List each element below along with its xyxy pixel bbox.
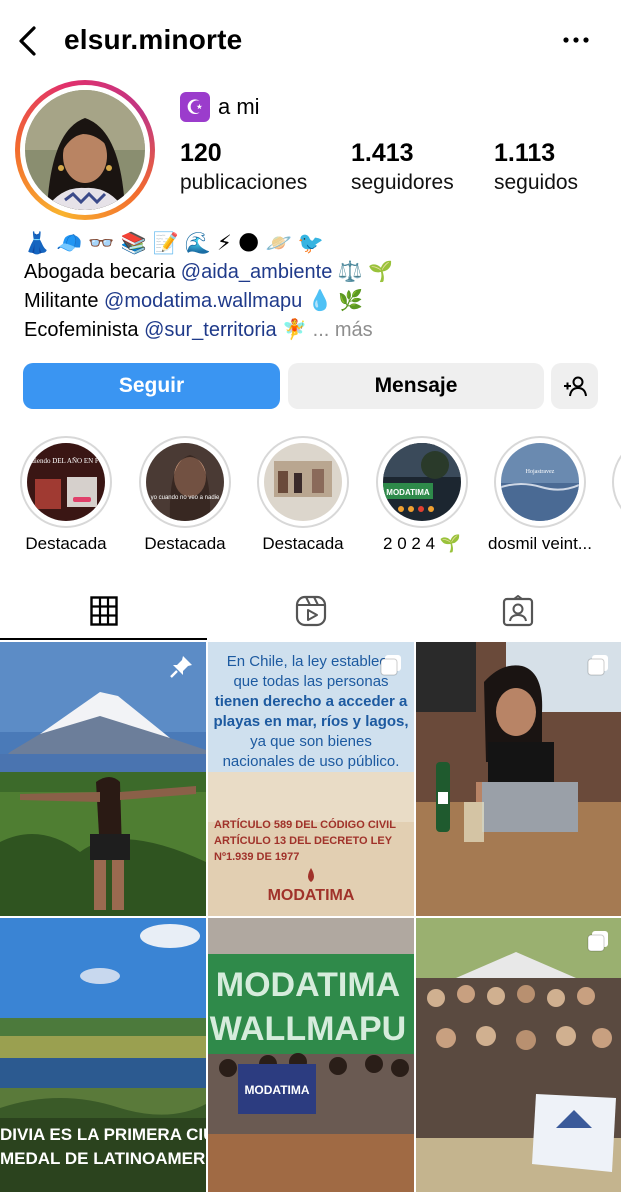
post-caption-line: DIVIA ES LA PRIMERA CIU (0, 1125, 206, 1144)
post-text-line: tienen derecho a acceder a (215, 693, 408, 710)
memo-emoji: 📝 (152, 230, 179, 255)
avatar[interactable] (25, 90, 145, 210)
follow-button[interactable]: Seguir (23, 363, 280, 409)
story-highlight[interactable]: yo cuando no veo a nadie Destacada (139, 436, 231, 554)
carousel-icon (587, 931, 608, 952)
stat-value: 1.413 (351, 139, 414, 167)
stat-value: 120 (180, 139, 222, 167)
profile-header: elsur.minorte (0, 0, 621, 84)
post-text-line: En Chile, la ley establece (227, 653, 395, 670)
add-person-icon (563, 376, 587, 397)
cap-emoji: 🧢 (56, 230, 83, 255)
bio-line: Abogada becaria @aida_ambiente ⚖️ 🌱 (24, 261, 394, 283)
story-ring[interactable] (15, 80, 155, 220)
post-article-line: ARTÍCULO 589 DEL CÓDIGO CIVIL (214, 818, 396, 831)
stat-followers[interactable]: 1.413 seguidores (351, 138, 454, 198)
post-logo-text: MODATIMA (268, 887, 355, 904)
post-thumbnail[interactable] (416, 642, 621, 916)
story-highlight-partial[interactable] (612, 436, 621, 528)
stat-label: publicaciones (180, 171, 308, 194)
highlight-label: 2 0 2 4 🌱 (383, 534, 461, 553)
highlight-label: Destacada (25, 534, 107, 553)
chevron-left-icon (19, 26, 36, 56)
planet-emoji: 🪐 (265, 230, 292, 255)
post-caption-line: MEDAL DE LATINOAMERI (0, 1149, 206, 1168)
message-button[interactable]: Mensaje (288, 363, 544, 409)
mention-link[interactable]: @sur_territoria (144, 319, 277, 341)
post-thumbnail[interactable] (0, 642, 206, 916)
lightning-emoji: ⚡ (216, 230, 232, 255)
highlight-overlay-text: Despidiendo DEL AÑO EN FOTOS (27, 457, 105, 465)
highlight-label: Destacada (144, 534, 226, 553)
story-highlight[interactable]: Hojastravez dosmil veint... (488, 436, 592, 554)
story-highlight[interactable]: MODATIMA 2 0 2 4 🌱 (376, 436, 468, 554)
post-thumbnail[interactable]: DIVIA ES LA PRIMERA CIU MEDAL DE LATINOA… (0, 918, 206, 1192)
profile-display-name: ☪ a mi (180, 92, 260, 122)
post-text-line: playas en mar, ríos y lagos, (213, 713, 408, 730)
highlight-label: dosmil veint... (488, 534, 592, 553)
post-thumbnail[interactable]: En Chile, la ley establece que todas las… (208, 642, 414, 916)
carousel-icon (380, 655, 401, 676)
post-text-line: que todas las personas (233, 673, 388, 690)
tab-tagged[interactable] (414, 582, 621, 640)
mention-link[interactable]: @aida_ambiente (181, 261, 333, 283)
post-banner-text: WALLMAPU (210, 1010, 406, 1048)
stat-label: seguidos (494, 171, 579, 194)
highlight-overlay-text: MODATIMA (386, 488, 430, 497)
post-thumbnail[interactable]: MODATIMA WALLMAPU MODATIMA (208, 918, 414, 1192)
dress-emoji: 👗 (24, 230, 51, 255)
post-banner-text: MODATIMA (216, 966, 400, 1004)
post-text-line: ya que son bienes (250, 733, 372, 750)
profile-username: elsur.minorte (64, 24, 243, 55)
glasses-emoji: 👓 (88, 230, 115, 255)
highlight-overlay-text: Hojastravez (526, 469, 555, 475)
post-sign-text: MODATIMA (244, 1083, 309, 1097)
wave-emoji: 🌊 (184, 230, 211, 255)
story-highlight[interactable]: Destacada (257, 436, 349, 554)
stat-label: seguidores (351, 171, 454, 194)
post-text-line: nacionales de uso público. (223, 753, 400, 770)
star-crescent-icon: ☪ (180, 92, 210, 122)
stat-posts: 120 publicaciones (180, 138, 307, 198)
highlight-label: Destacada (262, 534, 344, 553)
back-button[interactable] (14, 22, 44, 60)
pin-icon (170, 656, 192, 678)
grid-icon (89, 596, 118, 626)
bio-line: Ecofeminista @sur_territoria 🧚 ... más (24, 319, 373, 341)
story-highlight[interactable]: Despidiendo DEL AÑO EN FOTOS Destacada (20, 436, 112, 554)
profile-tabs (0, 582, 621, 640)
reels-icon (295, 595, 326, 627)
tab-posts-grid[interactable] (0, 582, 207, 640)
bird-emoji: 🐦 (297, 230, 324, 255)
stat-following[interactable]: 1.113 seguidos (494, 138, 578, 198)
profile-bio: 👗 🧢 👓 📚 📝 🌊 ⚡ 🌑 🪐 🐦 Abogada becaria @aid… (24, 228, 604, 345)
active-tab-indicator (0, 638, 207, 640)
post-article-line: Nº1.939 DE 1977 (214, 851, 299, 863)
bio-emoji-line: 👗 🧢 👓 📚 📝 🌊 ⚡ 🌑 🪐 🐦 (24, 228, 604, 258)
display-name-text: a mi (218, 94, 260, 119)
more-horizontal-icon (563, 37, 589, 43)
carousel-icon (587, 655, 608, 676)
bio-line: Militante @modatima.wallmapu 💧 🌿 (24, 290, 364, 312)
suggested-users-button[interactable] (551, 363, 598, 409)
highlight-overlay-text: yo cuando no veo a nadie (151, 495, 220, 501)
stat-value: 1.113 (494, 139, 556, 167)
new-moon-emoji: 🌑 (237, 230, 260, 255)
mention-link[interactable]: @modatima.wallmapu (104, 290, 302, 312)
post-thumbnail[interactable] (416, 918, 621, 1192)
tab-reels[interactable] (207, 582, 414, 640)
books-emoji: 📚 (120, 230, 147, 255)
post-article-line: ARTÍCULO 13 DEL DECRETO LEY (214, 834, 393, 847)
more-link[interactable]: ... más (313, 319, 373, 341)
more-options-button[interactable] (561, 30, 591, 50)
tagged-icon (502, 595, 533, 627)
